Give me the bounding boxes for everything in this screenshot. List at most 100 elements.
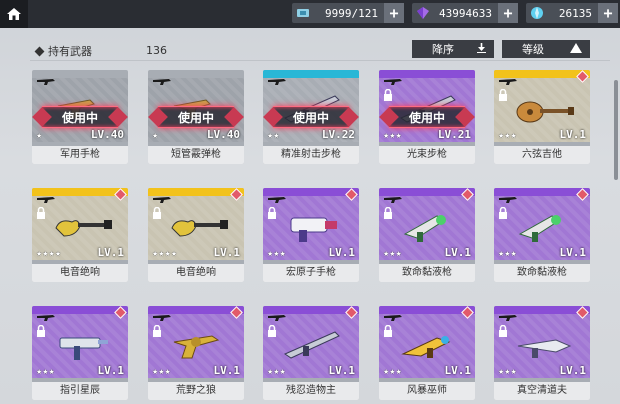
- weapon-name: 短管霰弹枪: [148, 146, 244, 164]
- home-button[interactable]: [0, 0, 28, 28]
- weapon-name: 风暴巫师: [379, 382, 475, 400]
- lock-icon[interactable]: [383, 322, 393, 341]
- lock-icon[interactable]: [383, 204, 393, 223]
- weapon-card[interactable]: ★★★ LV.1 荒野之狼: [148, 306, 244, 400]
- weapon-name: 电音绝响: [32, 264, 128, 282]
- star-rating: ★★★: [383, 250, 402, 258]
- star-rating: ★★★★: [152, 250, 178, 258]
- header-divider: [30, 60, 610, 61]
- in-use-label: 使用中: [177, 110, 214, 125]
- weapon-card[interactable]: ★★★ LV.1 风暴巫师: [379, 306, 475, 400]
- weapon-name: 致命黏液枪: [379, 264, 475, 282]
- home-icon: [7, 8, 21, 20]
- weapon-level: LV.1: [213, 246, 241, 259]
- weapons-owned-title: 持有武器: [34, 43, 92, 59]
- weapon-name: 光束步枪: [379, 146, 475, 164]
- ticket-resource: 9999/121 +: [292, 3, 404, 23]
- weapon-card[interactable]: ★★★★ LV.1 电音绝响: [148, 188, 244, 282]
- star-rating: ★★★: [383, 368, 402, 376]
- weapon-level: LV.1: [328, 364, 356, 377]
- weapon-image: [50, 206, 114, 250]
- weapon-level: LV.1: [559, 246, 587, 259]
- weapon-name: 精准射击步枪: [263, 146, 359, 164]
- ticket-count: 9999/121: [325, 6, 378, 20]
- weapon-card[interactable]: 使用中 ★ LV.40 短管霰弹枪: [148, 70, 244, 164]
- weapon-level: LV.1: [444, 364, 472, 377]
- add-gem-button[interactable]: +: [598, 3, 618, 23]
- lock-icon[interactable]: [36, 204, 46, 223]
- weapon-level: LV.1: [559, 364, 587, 377]
- weapon-card[interactable]: ★★★ LV.1 指引星辰: [32, 306, 128, 400]
- weapon-card[interactable]: 使用中 ★ LV.40 军用手枪: [32, 70, 128, 164]
- weapon-type-icon: [152, 70, 172, 89]
- in-use-label: 使用中: [61, 110, 98, 125]
- weapon-image: [281, 206, 345, 250]
- weapon-card[interactable]: ★★★ LV.1 六弦吉他: [494, 70, 590, 164]
- in-use-label: 使用中: [408, 110, 445, 125]
- purple-crystal-icon: [412, 3, 434, 23]
- star-rating: ★★★: [498, 250, 517, 258]
- weapon-name: 荒野之狼: [148, 382, 244, 400]
- star-rating: ★: [152, 132, 159, 140]
- weapon-level: LV.1: [559, 128, 587, 141]
- filter-icon: [570, 42, 582, 56]
- lock-icon[interactable]: [383, 86, 393, 105]
- sort-by-level-button[interactable]: 等级: [502, 40, 590, 58]
- weapon-image: [166, 206, 230, 250]
- star-rating: ★★★: [267, 368, 286, 376]
- add-ticket-button[interactable]: +: [384, 3, 404, 23]
- weapon-name: 电音绝响: [148, 264, 244, 282]
- ticket-icon: [292, 3, 314, 23]
- weapon-image: [50, 324, 114, 368]
- lock-icon[interactable]: [267, 322, 277, 341]
- sort-by-label: 等级: [522, 43, 544, 56]
- weapon-name: 六弦吉他: [494, 146, 590, 164]
- weapon-level: LV.1: [97, 364, 125, 377]
- weapon-image: [512, 88, 576, 132]
- weapon-level: LV.1: [444, 246, 472, 259]
- weapon-level: LV.1: [328, 246, 356, 259]
- lock-icon[interactable]: [36, 322, 46, 341]
- weapon-card[interactable]: ★★★ LV.1 致命黏液枪: [379, 188, 475, 282]
- in-use-badge: 使用中: [273, 106, 349, 128]
- sort-order-button[interactable]: 降序: [412, 40, 494, 58]
- weapon-level: LV.22: [321, 128, 355, 141]
- weapon-card[interactable]: 使用中 ★★★ LV.21 光束步枪: [379, 70, 475, 164]
- weapon-card[interactable]: 使用中 ★★ LV.22 精准射击步枪: [263, 70, 359, 164]
- weapon-type-icon: [36, 70, 56, 89]
- weapon-level: LV.1: [97, 246, 125, 259]
- scrollbar[interactable]: [614, 80, 618, 180]
- weapon-card[interactable]: ★★★★ LV.1 电音绝响: [32, 188, 128, 282]
- weapon-type-icon: [267, 70, 287, 89]
- lock-icon[interactable]: [152, 322, 162, 341]
- weapon-card[interactable]: ★★★ LV.1 真空清道夫: [494, 306, 590, 400]
- weapon-card[interactable]: ★★★ LV.1 残忍造物主: [263, 306, 359, 400]
- star-rating: ★: [36, 132, 43, 140]
- add-crystal-button[interactable]: +: [498, 3, 518, 23]
- star-rating: ★★★: [36, 368, 55, 376]
- lock-icon[interactable]: [498, 86, 508, 105]
- star-rating: ★★★★: [36, 250, 62, 258]
- lock-icon[interactable]: [498, 204, 508, 223]
- crystal-count: 43994633: [439, 6, 492, 20]
- weapons-owned-count: 136: [146, 44, 167, 57]
- weapon-image: [512, 206, 576, 250]
- weapon-image: [397, 324, 461, 368]
- star-rating: ★★★: [152, 368, 171, 376]
- weapon-level: LV.1: [213, 364, 241, 377]
- in-use-label: 使用中: [292, 110, 329, 125]
- star-rating: ★★★: [267, 250, 286, 258]
- star-rating: ★★★: [498, 132, 517, 140]
- weapon-image: [281, 324, 345, 368]
- weapon-card[interactable]: ★★★ LV.1 致命黏液枪: [494, 188, 590, 282]
- lock-icon[interactable]: [152, 204, 162, 223]
- weapon-image: [166, 324, 230, 368]
- lock-icon[interactable]: [498, 322, 508, 341]
- lock-icon[interactable]: [267, 204, 277, 223]
- weapon-card[interactable]: ★★★ LV.1 宏原子手枪: [263, 188, 359, 282]
- diamond-bullet-icon: [34, 46, 45, 56]
- weapon-name: 致命黏液枪: [494, 264, 590, 282]
- weapon-name: 残忍造物主: [263, 382, 359, 400]
- blue-gem-icon: [526, 3, 548, 23]
- weapon-name: 宏原子手枪: [263, 264, 359, 282]
